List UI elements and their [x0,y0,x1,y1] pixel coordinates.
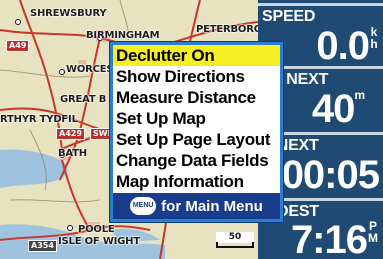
eta-unit: PM [367,220,379,244]
menu-footer-label: for Main Menu [161,197,263,215]
menu-item-map-information[interactable]: Map Information [113,171,280,192]
field-value: 40m [312,89,365,129]
menu-item-declutter[interactable]: Declutter On [113,45,280,66]
time-value: 00:05 [281,153,380,197]
menu-footer: MENU for Main Menu [113,193,280,219]
map-town-label: ISLE OF WIGHT [58,236,140,247]
map-town-label: RTHYR TYDFIL [0,114,78,125]
speed-unit-bottom: h [370,37,378,51]
menu-button-icon: MENU [130,197,157,215]
map-town-label: POOLE [78,224,115,235]
menu-item-set-up-map[interactable]: Set Up Map [113,108,280,129]
menu-item-measure-distance[interactable]: Measure Distance [113,87,280,108]
road-shield: A49 [6,40,30,52]
road-shield: A429 [56,128,85,140]
distance-value: 40 [311,87,355,131]
map-town-label: BIRMINGHAM [86,30,160,41]
field-title: SPEED [262,8,316,25]
eta-unit-bottom: M [368,231,378,245]
menu-item-change-data-fields[interactable]: Change Data Fields [113,150,280,171]
road-shield: A354 [28,240,57,252]
map-scale-bar [216,242,254,248]
map-town-label: PETERBORO [196,24,258,35]
field-value: 0.0 k h [316,26,379,66]
menu-item-set-up-page-layout[interactable]: Set Up Page Layout [113,129,280,150]
gps-map-screen: SHREWSBURY PETERBORO BIRMINGHAM WORCESTE… [0,0,383,259]
map-town-label: BATH [58,148,87,159]
field-value: 7:16 P M [291,220,379,259]
map-town-label: SHREWSBURY [30,8,107,19]
map-scale: 50 [216,232,258,250]
menu-item-show-directions[interactable]: Show Directions [113,66,280,87]
field-value: 00:05 [281,153,380,197]
speed-value: 0.0 [316,24,370,68]
distance-unit: m [354,88,365,102]
map-town-label: GREAT B [60,94,107,105]
options-menu: Declutter On Show Directions Measure Dis… [109,41,284,223]
speed-unit: kh [369,26,379,50]
eta-value: 7:16 [290,218,368,259]
